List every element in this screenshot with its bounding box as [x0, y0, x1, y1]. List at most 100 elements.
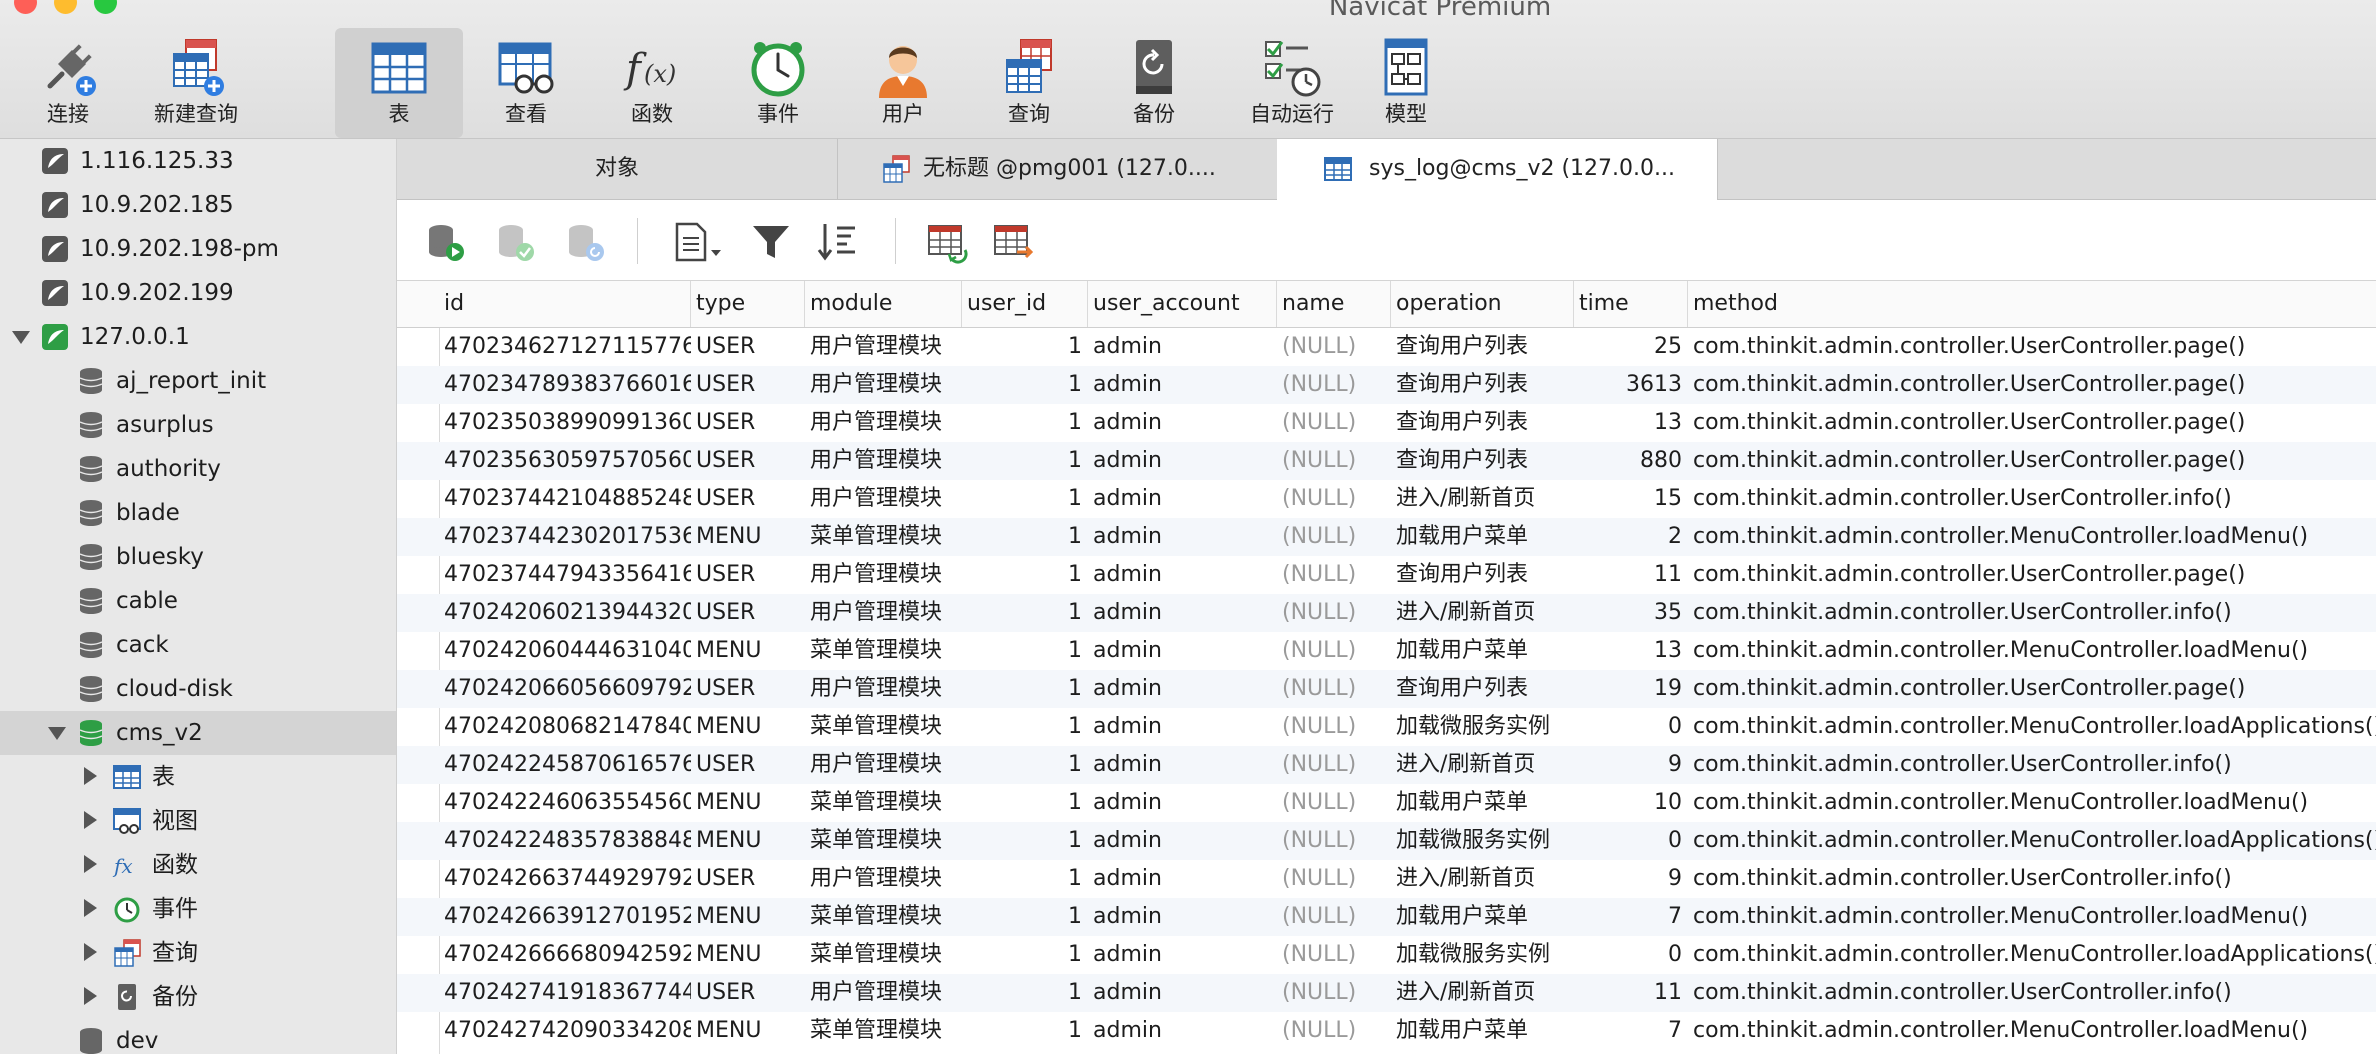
cell-name[interactable]: (NULL) — [1277, 632, 1391, 670]
disclosure-triangle-icon[interactable] — [84, 767, 97, 785]
cell-operation[interactable]: 加载微服务实例 — [1391, 822, 1574, 860]
cell-operation[interactable]: 加载用户菜单 — [1391, 1012, 1574, 1050]
sidebar-database[interactable]: bluesky — [0, 535, 396, 579]
cell-user-id[interactable]: 1 — [962, 936, 1088, 974]
cell-id[interactable]: 470242060444631040 — [439, 632, 691, 670]
cell-operation[interactable]: 加载用户菜单 — [1391, 518, 1574, 556]
sidebar-database[interactable]: dev — [0, 1019, 396, 1054]
cell-method[interactable]: com.thinkit.admin.controller.MenuControl… — [1688, 784, 2376, 822]
cell-method[interactable]: com.thinkit.admin.controller.MenuControl… — [1688, 632, 2376, 670]
cell-method[interactable]: com.thinkit.admin.controller.UserControl… — [1688, 670, 2376, 708]
import-icon[interactable] — [925, 220, 969, 264]
cell-operation[interactable]: 进入/刷新首页 — [1391, 746, 1574, 784]
cell-operation[interactable]: 加载用户菜单 — [1391, 898, 1574, 936]
cell-name[interactable]: (NULL) — [1277, 936, 1391, 974]
table-row[interactable]: 470242080682147840 MENU 菜单管理模块 1 admin (NULL)… — [397, 708, 2376, 746]
cell-operation[interactable]: 加载用户菜单 — [1391, 784, 1574, 822]
cell-name[interactable]: (NULL) — [1277, 822, 1391, 860]
cell-module[interactable]: 用户管理模块 — [805, 670, 962, 708]
cell-time[interactable]: 9 — [1574, 746, 1688, 784]
cell-type[interactable]: USER — [691, 746, 805, 784]
cell-time[interactable]: 9 — [1574, 860, 1688, 898]
column-header-operation[interactable]: operation — [1391, 281, 1574, 327]
tab-sys-log[interactable]: sys_log@cms_v2 (127.0.0... — [1277, 139, 1718, 200]
cell-time[interactable]: 10 — [1574, 784, 1688, 822]
cell-name[interactable]: (NULL) — [1277, 556, 1391, 594]
sidebar-backups-group[interactable]: 备份 — [0, 975, 396, 1019]
column-header-id[interactable]: id — [439, 281, 691, 327]
toolbar-view-button[interactable]: 查看 — [478, 28, 574, 136]
sidebar-database[interactable]: aj_report_init — [0, 359, 396, 403]
disclosure-triangle-icon[interactable] — [12, 331, 30, 344]
sidebar-queries-group[interactable]: 查询 — [0, 931, 396, 975]
cell-module[interactable]: 用户管理模块 — [805, 860, 962, 898]
cell-user-id[interactable]: 1 — [962, 860, 1088, 898]
disclosure-triangle-icon[interactable] — [84, 943, 97, 961]
table-row[interactable]: 470235630597570560 USER 用户管理模块 1 admin (NULL)… — [397, 442, 2376, 480]
begin-transaction-icon[interactable] — [423, 220, 467, 264]
table-row[interactable]: 470242663744929792 USER 用户管理模块 1 admin (NULL)… — [397, 860, 2376, 898]
cell-time[interactable]: 2 — [1574, 518, 1688, 556]
cell-time[interactable]: 11 — [1574, 974, 1688, 1012]
cell-user-id[interactable]: 1 — [962, 442, 1088, 480]
cell-type[interactable]: MENU — [691, 936, 805, 974]
cell-type[interactable]: MENU — [691, 822, 805, 860]
cell-method[interactable]: com.thinkit.admin.controller.UserControl… — [1688, 594, 2376, 632]
cell-id[interactable]: 470242663744929792 — [439, 860, 691, 898]
cell-id[interactable]: 470242080682147840 — [439, 708, 691, 746]
cell-user-account[interactable]: admin — [1088, 898, 1277, 936]
rollback-icon[interactable] — [563, 220, 607, 264]
cell-method[interactable]: com.thinkit.admin.controller.MenuControl… — [1688, 708, 2376, 746]
cell-user-id[interactable]: 1 — [962, 632, 1088, 670]
cell-user-id[interactable]: 1 — [962, 518, 1088, 556]
sidebar-connection-open[interactable]: 127.0.0.1 — [0, 315, 396, 359]
cell-time[interactable]: 880 — [1574, 442, 1688, 480]
cell-name[interactable]: (NULL) — [1277, 594, 1391, 632]
sidebar-tables-group[interactable]: 表 — [0, 755, 396, 799]
cell-user-account[interactable]: admin — [1088, 708, 1277, 746]
sidebar-connection[interactable]: 10.9.202.199 — [0, 271, 396, 315]
cell-user-id[interactable]: 1 — [962, 746, 1088, 784]
cell-time[interactable]: 35 — [1574, 594, 1688, 632]
cell-id[interactable]: 470237447943356416 — [439, 556, 691, 594]
cell-module[interactable]: 用户管理模块 — [805, 594, 962, 632]
cell-operation[interactable]: 进入/刷新首页 — [1391, 860, 1574, 898]
cell-name[interactable]: (NULL) — [1277, 860, 1391, 898]
cell-id[interactable]: 470235630597570560 — [439, 442, 691, 480]
tab-untitled-query[interactable]: 无标题 @pmg001 (127.0.... — [837, 139, 1278, 199]
cell-operation[interactable]: 加载用户菜单 — [1391, 632, 1574, 670]
toolbar-automation-button[interactable]: 自动运行 — [1226, 28, 1358, 136]
cell-type[interactable]: USER — [691, 594, 805, 632]
table-row[interactable]: 470237442302017536 MENU 菜单管理模块 1 admin (NULL)… — [397, 518, 2376, 556]
sidebar-functions-group[interactable]: fx 函数 — [0, 843, 396, 887]
cell-module[interactable]: 菜单管理模块 — [805, 632, 962, 670]
cell-time[interactable]: 11 — [1574, 556, 1688, 594]
column-header-name[interactable]: name — [1277, 281, 1391, 327]
cell-user-account[interactable]: admin — [1088, 480, 1277, 518]
cell-name[interactable]: (NULL) — [1277, 746, 1391, 784]
table-row[interactable]: 470242245870616576 USER 用户管理模块 1 admin (NULL)… — [397, 746, 2376, 784]
cell-method[interactable]: com.thinkit.admin.controller.MenuControl… — [1688, 898, 2376, 936]
cell-module[interactable]: 菜单管理模块 — [805, 784, 962, 822]
cell-time[interactable]: 15 — [1574, 480, 1688, 518]
toolbar-connect-button[interactable]: 连接 — [20, 28, 116, 136]
toolbar-new-query-button[interactable]: 新建查询 — [140, 28, 252, 136]
toolbar-backup-button[interactable]: 备份 — [1106, 28, 1202, 136]
cell-user-id[interactable]: 1 — [962, 366, 1088, 404]
cell-name[interactable]: (NULL) — [1277, 670, 1391, 708]
table-row[interactable]: 470242066056609792 USER 用户管理模块 1 admin (NULL)… — [397, 670, 2376, 708]
cell-module[interactable]: 用户管理模块 — [805, 974, 962, 1012]
sidebar-database[interactable]: blade — [0, 491, 396, 535]
cell-id[interactable]: 470234789383766016 — [439, 366, 691, 404]
sidebar-database[interactable]: asurplus — [0, 403, 396, 447]
cell-method[interactable]: com.thinkit.admin.controller.MenuControl… — [1688, 518, 2376, 556]
column-header-type[interactable]: type — [691, 281, 805, 327]
cell-name[interactable]: (NULL) — [1277, 898, 1391, 936]
cell-type[interactable]: USER — [691, 670, 805, 708]
sidebar-database[interactable]: cable — [0, 579, 396, 623]
table-row[interactable]: 470242742090334208 MENU 菜单管理模块 1 admin (NULL)… — [397, 1012, 2376, 1050]
sidebar-database-selected[interactable]: cms_v2 — [0, 711, 396, 755]
cell-type[interactable]: MENU — [691, 784, 805, 822]
cell-user-account[interactable]: admin — [1088, 442, 1277, 480]
export-icon[interactable] — [991, 220, 1035, 264]
